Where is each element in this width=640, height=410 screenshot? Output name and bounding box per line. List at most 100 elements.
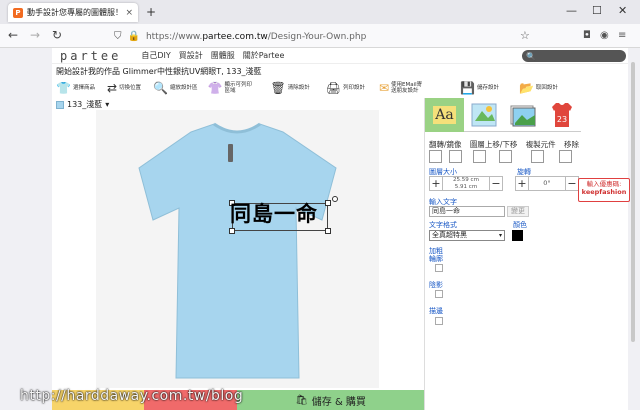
text-input[interactable]: 同島一命	[429, 206, 505, 217]
tab-clipart[interactable]	[464, 98, 503, 132]
nav-group-wear[interactable]: 團體服	[211, 50, 235, 61]
resize-handle[interactable]	[325, 228, 331, 234]
envelope-icon: ✉	[378, 81, 390, 95]
flip-label: 翻轉/鏡像	[429, 140, 462, 149]
chevron-down-icon: ▾	[498, 232, 502, 239]
rotate-stepper[interactable]: + 0° −	[515, 176, 579, 191]
switch-icon: ⇄	[106, 81, 118, 95]
tab-text[interactable]: Aa	[425, 98, 464, 132]
tab-photo[interactable]	[503, 98, 542, 132]
text-tool-icon: Aa	[433, 106, 456, 124]
nav-about[interactable]: 關於Partee	[243, 50, 285, 61]
email-design-button[interactable]: ✉ 使用EMail寄送朋友設計	[379, 79, 423, 97]
url-text: https://www.partee.com.tw/Design-Your-Ow…	[145, 31, 367, 42]
flip-horizontal-button[interactable]	[429, 150, 442, 163]
save-icon: 💾	[460, 81, 475, 95]
new-tab-button[interactable]: +	[146, 5, 156, 19]
shirt-icon: 👕	[56, 81, 71, 95]
tab-close-icon[interactable]: ×	[125, 8, 133, 18]
rotate-increase-button[interactable]: +	[516, 177, 529, 190]
reload-icon[interactable]: ↻	[52, 28, 62, 42]
browser-nav-bar: ← → ↻ ⛉ 🔒 https://www.partee.com.tw/Desi…	[0, 24, 640, 48]
watermark: http://harddaway.com.tw/blog	[20, 388, 244, 404]
color-label: 顏色	[513, 221, 527, 229]
shopping-bag-icon: 🛍	[295, 394, 308, 406]
change-text-button[interactable]: 變更	[507, 206, 529, 217]
font-label: 文字格式	[429, 221, 457, 229]
bold-outline-label: 加粗輪廓	[429, 247, 443, 264]
site-header: partee 自己DIY 買設計 團體服 關於Partee 🔍	[52, 48, 628, 64]
panel-tabs: Aa 23	[425, 98, 581, 132]
lock-icon: 🔒	[127, 31, 140, 42]
bookmark-star-icon[interactable]: ☆	[520, 29, 530, 42]
browser-tab-bar: P 動手設計您專屬的圖體服！Partee × + — ☐ ✕	[0, 0, 640, 24]
flip-vertical-button[interactable]	[449, 150, 462, 163]
duplicate-button[interactable]	[531, 150, 544, 163]
jersey-icon: 23	[551, 103, 572, 127]
coupon-badge[interactable]: 輸入優惠碼: keepfashion	[578, 178, 630, 202]
browser-tab[interactable]: P 動手設計您專屬的圖體服！Partee ×	[8, 3, 138, 22]
photo-icon	[510, 105, 535, 127]
tab-title: 動手設計您專屬的圖體服！Partee	[27, 8, 121, 17]
site-logo[interactable]: partee	[60, 49, 121, 63]
resize-handle[interactable]	[229, 228, 235, 234]
load-design-button[interactable]: 📂 取回設計	[519, 79, 558, 97]
rotate-decrease-button[interactable]: −	[565, 177, 578, 190]
zoom-design-button[interactable]: 🔍 縮放設計區	[153, 79, 197, 97]
size-stepper[interactable]: + 25.59 cm 5.91 cm −	[429, 176, 503, 191]
layer-ops-buttons	[429, 150, 579, 164]
text-color-picker[interactable]	[512, 230, 523, 241]
site-favicon-icon: P	[13, 7, 23, 18]
outline-label: 描邊	[429, 307, 443, 315]
save-design-button[interactable]: 💾 儲存設計	[460, 79, 499, 97]
chevron-down-icon: ▾	[105, 100, 110, 109]
size-decrease-button[interactable]: −	[489, 177, 502, 190]
color-dropdown-label: 133_淺藍	[67, 100, 103, 109]
layer-order-label: 圖層上移/下移	[469, 140, 518, 149]
folder-icon: 📂	[518, 81, 534, 95]
pocket-icon[interactable]: ◘	[583, 30, 591, 41]
size-increase-button[interactable]: +	[430, 177, 443, 190]
duplicate-label: 複製元件	[525, 140, 556, 149]
maximize-icon[interactable]: ☐	[592, 4, 602, 17]
resize-handle[interactable]	[325, 200, 331, 206]
select-product-button[interactable]: 👕 選擇商品	[56, 79, 95, 97]
nav-buy-design[interactable]: 買設計	[179, 50, 203, 61]
remove-label: 移除	[564, 140, 579, 149]
page: partee 自己DIY 買設計 團體服 關於Partee 🔍 開始設計我的作品…	[52, 48, 628, 410]
show-print-area-button[interactable]: 👚 顯示可列印區域	[208, 79, 257, 97]
account-icon[interactable]: ◉	[600, 30, 609, 41]
outline-checkbox[interactable]	[435, 317, 443, 325]
save-and-buy-label: 儲存 & 購買	[311, 396, 366, 408]
window-close-icon[interactable]: ✕	[618, 4, 627, 17]
rotate-handle[interactable]	[332, 196, 338, 202]
clear-design-button[interactable]: 🗑 清除設計	[270, 79, 309, 97]
switch-position-button[interactable]: ⇄ 切換位置	[107, 79, 141, 97]
design-canvas[interactable]: 同島一命	[96, 110, 379, 388]
tshirt-mockup	[138, 122, 337, 379]
layer-ops-labels: 翻轉/鏡像 圖層上移/下移 複製元件 移除	[429, 139, 579, 150]
design-text-element[interactable]: 同島一命	[230, 198, 318, 228]
page-scrollbar[interactable]	[631, 62, 635, 342]
forward-icon[interactable]: →	[30, 28, 40, 42]
print-design-button[interactable]: 🖨 列印設計	[326, 79, 365, 97]
image-icon	[471, 103, 496, 127]
menu-icon[interactable]: ≡	[618, 30, 626, 41]
bold-outline-checkbox[interactable]	[435, 264, 443, 272]
url-bar[interactable]: ⛉ 🔒 https://www.partee.com.tw/Design-You…	[110, 28, 540, 45]
layer-up-button[interactable]	[473, 150, 486, 163]
shadow-checkbox[interactable]	[435, 290, 443, 298]
nav-diy[interactable]: 自己DIY	[141, 50, 170, 61]
remove-button[interactable]	[559, 150, 572, 163]
font-select[interactable]: 全真超特黑 ▾	[429, 230, 505, 241]
site-search-input[interactable]: 🔍	[522, 50, 626, 62]
size-value: 25.59 cm 5.91 cm	[453, 177, 479, 190]
save-and-buy-button[interactable]: 🛍 儲存 & 購買	[237, 390, 424, 410]
zoom-icon: 🔍	[153, 81, 168, 95]
minimize-icon[interactable]: —	[566, 4, 577, 17]
back-icon[interactable]: ←	[8, 28, 18, 42]
layer-down-button[interactable]	[499, 150, 512, 163]
color-dropdown[interactable]: 133_淺藍 ▾	[56, 99, 109, 110]
product-title: 開始設計我的作品 Glimmer中性銀抗UV網眼T, 133_淺藍	[56, 67, 262, 76]
tab-number[interactable]: 23	[542, 98, 581, 132]
